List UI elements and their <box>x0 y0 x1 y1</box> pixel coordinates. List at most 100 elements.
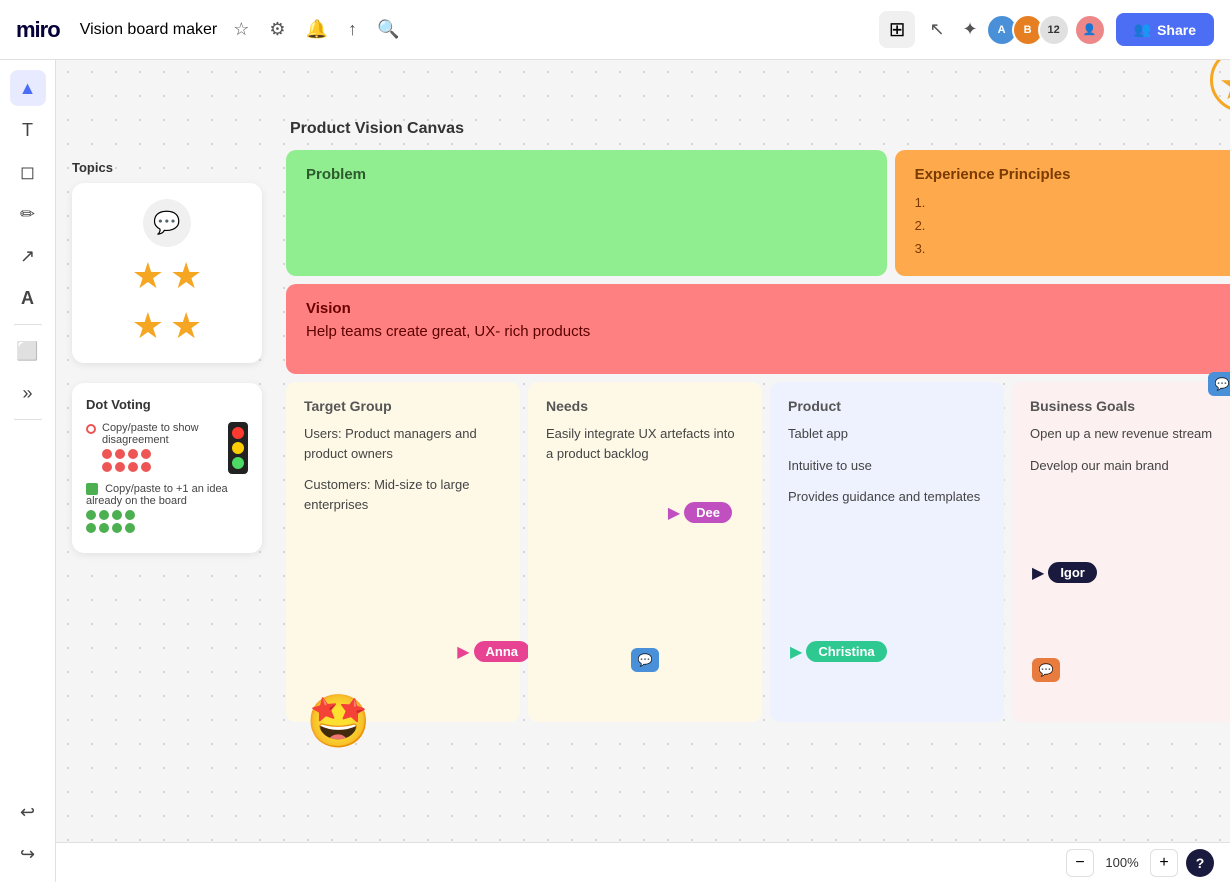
anna-cursor-arrow: ▶ <box>457 642 469 662</box>
undo-button[interactable]: ↩ <box>10 794 46 830</box>
chat-bubble-icon: 💬 <box>143 199 191 247</box>
grid-view-button[interactable]: ⊞ <box>879 11 916 48</box>
christina-cursor-label: Christina <box>806 641 886 662</box>
red-dot <box>115 449 125 459</box>
target-group-text-1: Users: Product managers and product owne… <box>304 424 502 463</box>
share-label: Share <box>1157 22 1196 38</box>
product-text-2: Intuitive to use <box>788 456 986 476</box>
christina-cursor: ▶ Christina <box>790 641 887 662</box>
experience-cell: Experience Principles ★ <box>895 150 1230 276</box>
problem-cell: Problem <box>286 150 887 276</box>
toolbar-divider <box>14 324 42 325</box>
traffic-light-icon <box>228 422 248 474</box>
more-tools-button[interactable]: » <box>10 375 46 411</box>
dv-red-dots-row-1 <box>102 449 222 459</box>
export-icon[interactable]: ↑ <box>344 15 361 44</box>
red-dot <box>128 449 138 459</box>
zoom-level: 100% <box>1102 855 1142 870</box>
text-tool-button[interactable]: T <box>10 112 46 148</box>
red-dot <box>141 462 151 472</box>
topics-box: 💬 ★ ★ ★ ★ <box>72 183 262 363</box>
notifications-icon[interactable]: 🔔 <box>302 15 332 44</box>
product-cell: Product Tablet app Intuitive to use Prov… <box>770 382 1004 722</box>
pvc-row-2: Vision Help teams create great, UX- rich… <box>286 284 1230 374</box>
vision-cell: Vision Help teams create great, UX- rich… <box>286 284 1230 374</box>
experience-title: Experience Principles <box>915 166 1226 183</box>
dee-cursor-arrow: ▶ <box>668 503 680 523</box>
business-goals-title: Business Goals <box>1030 398 1228 414</box>
collaborator-avatars: A B 12 <box>992 14 1070 46</box>
green-dot <box>99 510 109 520</box>
search-icon[interactable]: 🔍 <box>373 15 403 44</box>
dv-green-dots-row-2 <box>86 523 248 533</box>
target-group-title: Target Group <box>304 398 502 414</box>
dv-checkbox-icon <box>86 483 98 495</box>
green-dot <box>125 510 135 520</box>
cursor-tool-button[interactable]: ▲ <box>10 70 46 106</box>
anna-cursor-label: Anna <box>474 641 531 662</box>
help-button[interactable]: ? <box>1186 849 1214 877</box>
star-icon-3: ★ <box>132 305 164 347</box>
bottombar: − 100% + ? <box>56 842 1230 882</box>
main-canvas[interactable]: Topics 💬 ★ ★ ★ ★ Dot Voting <box>56 60 1230 842</box>
dot-voting-box: Dot Voting Copy/paste to show disagreeme… <box>72 383 262 553</box>
target-group-cell: Target Group Users: Product managers and… <box>286 382 520 722</box>
favorite-star-icon[interactable]: ☆ <box>229 15 253 44</box>
app-logo: miro <box>16 17 60 43</box>
pvc-title: Product Vision Canvas <box>286 120 1230 138</box>
arrow-tool-button[interactable]: ↗ <box>10 238 46 274</box>
zoom-in-button[interactable]: + <box>1150 849 1178 877</box>
problem-label: Problem <box>306 166 366 183</box>
pointer-mode-icon[interactable]: ↖ <box>925 15 948 44</box>
business-comment-orange-icon[interactable]: 💬 <box>1032 658 1060 682</box>
christina-cursor-arrow: ▶ <box>790 642 802 662</box>
dot-voting-section: Dot Voting Copy/paste to show disagreeme… <box>72 383 262 553</box>
dee-cursor-label: Dee <box>684 502 732 523</box>
text-label-tool-button[interactable]: A <box>10 280 46 316</box>
needs-comment-icon[interactable]: 💬 <box>631 648 659 672</box>
topbar-right: ⊞ ↖ ✦ A B 12 👤 👥 Share <box>879 11 1214 48</box>
traffic-light-red <box>232 427 244 439</box>
timer-icon[interactable]: ✦ <box>959 15 982 44</box>
green-dot <box>86 523 96 533</box>
dee-cursor: ▶ Dee <box>668 502 732 523</box>
product-text-3: Provides guidance and templates <box>788 487 986 507</box>
igor-cursor: ▶ Igor <box>1032 562 1097 583</box>
needs-cell: Needs Easily integrate UX artefacts into… <box>528 382 762 722</box>
zoom-out-button[interactable]: − <box>1066 849 1094 877</box>
dv-red-dot-icon <box>86 424 96 434</box>
share-button[interactable]: 👥 Share <box>1116 13 1214 46</box>
business-comment-icon[interactable]: 💬 <box>1208 372 1230 396</box>
needs-text-1: Easily integrate UX artefacts into a pro… <box>546 424 744 463</box>
side-panel: Topics 💬 ★ ★ ★ ★ Dot Voting <box>72 160 262 573</box>
frame-tool-button[interactable]: ⬜ <box>10 333 46 369</box>
sticky-note-tool-button[interactable]: ◻ <box>10 154 46 190</box>
green-dot <box>125 523 135 533</box>
left-toolbar: ▲ T ◻ ✏ ↗ A ⬜ » ↩ ↪ <box>0 60 56 882</box>
business-goals-text-1: Open up a new revenue stream <box>1030 424 1228 444</box>
star-icon-2: ★ <box>170 255 202 297</box>
pen-tool-button[interactable]: ✏ <box>10 196 46 232</box>
topics-title: Topics <box>72 160 262 175</box>
green-dot <box>99 523 109 533</box>
experience-item-1 <box>915 191 1226 214</box>
red-dot <box>102 462 112 472</box>
toolbar-divider-2 <box>14 419 42 420</box>
vision-label: Vision <box>306 300 1226 317</box>
traffic-light-green <box>232 457 244 469</box>
avatar-current-user: 👤 <box>1074 14 1106 46</box>
green-dot <box>86 510 96 520</box>
green-dot <box>112 510 122 520</box>
experience-item-3 <box>915 237 1226 260</box>
dv-item-1: Copy/paste to show disagreement <box>86 422 248 475</box>
redo-button[interactable]: ↪ <box>10 836 46 872</box>
traffic-light-yellow <box>232 442 244 454</box>
settings-icon[interactable]: ⚙ <box>265 15 289 44</box>
topics-section: Topics 💬 ★ ★ ★ ★ <box>72 160 262 363</box>
red-dot <box>102 449 112 459</box>
dv-red-dots-row-2 <box>102 462 222 472</box>
dv-item-2: Copy/paste to +1 an idea already on the … <box>86 483 248 533</box>
igor-cursor-arrow: ▶ <box>1032 563 1044 583</box>
experience-item-2 <box>915 214 1226 237</box>
red-dot <box>141 449 151 459</box>
